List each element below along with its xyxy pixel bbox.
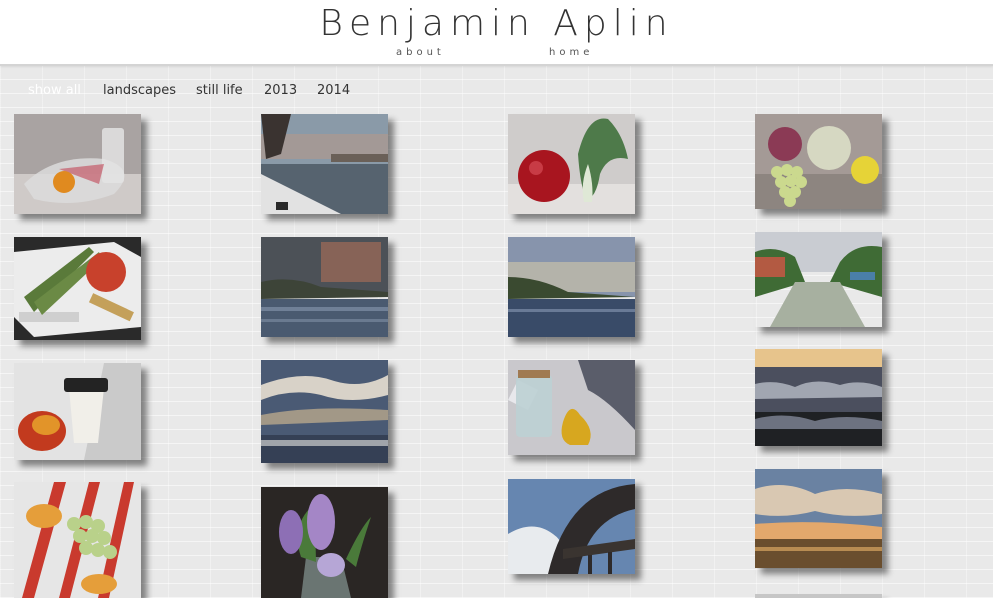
- nav-home-link[interactable]: home: [549, 47, 593, 58]
- gallery-thumb-blue-lake-hills[interactable]: [508, 237, 635, 337]
- gallery-thumb-canal-trees[interactable]: [755, 232, 882, 327]
- gallery-thumb-lakeside-promenade[interactable]: [261, 114, 388, 214]
- gallery-thumb-glass-jar-pear[interactable]: [508, 360, 635, 455]
- filter-show-all[interactable]: show all: [28, 83, 81, 98]
- gallery-thumb-cabbage-artichoke[interactable]: [755, 114, 882, 209]
- nav-about-link[interactable]: about: [396, 47, 445, 58]
- gallery-thumb-pomegranate-bok-choy[interactable]: [508, 114, 635, 214]
- filter-still-life[interactable]: still life: [196, 83, 243, 98]
- gallery-thumb-cloudy-sunset-field[interactable]: [755, 469, 882, 568]
- gallery-thumb-striped-cloth-grapes[interactable]: [14, 482, 141, 598]
- gallery-thumb-bridge-arch[interactable]: [508, 479, 635, 574]
- gallery-thumb-glass-dish-orange[interactable]: [14, 114, 141, 214]
- gallery-thumb-stormy-waves[interactable]: [755, 349, 882, 446]
- filter-landscapes[interactable]: landscapes: [103, 83, 176, 98]
- gallery-thumb-asparagus-apple[interactable]: [14, 237, 141, 340]
- gallery-thumb-mango-coffee-cup[interactable]: [14, 363, 141, 460]
- site-header: Benjamin Aplin about home: [0, 0, 993, 66]
- gallery-thumb-partial[interactable]: [755, 594, 882, 598]
- gallery-thumb-cloudy-harbor[interactable]: [261, 360, 388, 463]
- site-title[interactable]: Benjamin Aplin: [0, 3, 993, 44]
- gallery-thumb-hyacinth-vase[interactable]: [261, 487, 388, 598]
- gallery-thumb-sunset-lake-hills[interactable]: [261, 237, 388, 337]
- filter-2014[interactable]: 2014: [317, 83, 350, 98]
- filter-2013[interactable]: 2013: [264, 83, 297, 98]
